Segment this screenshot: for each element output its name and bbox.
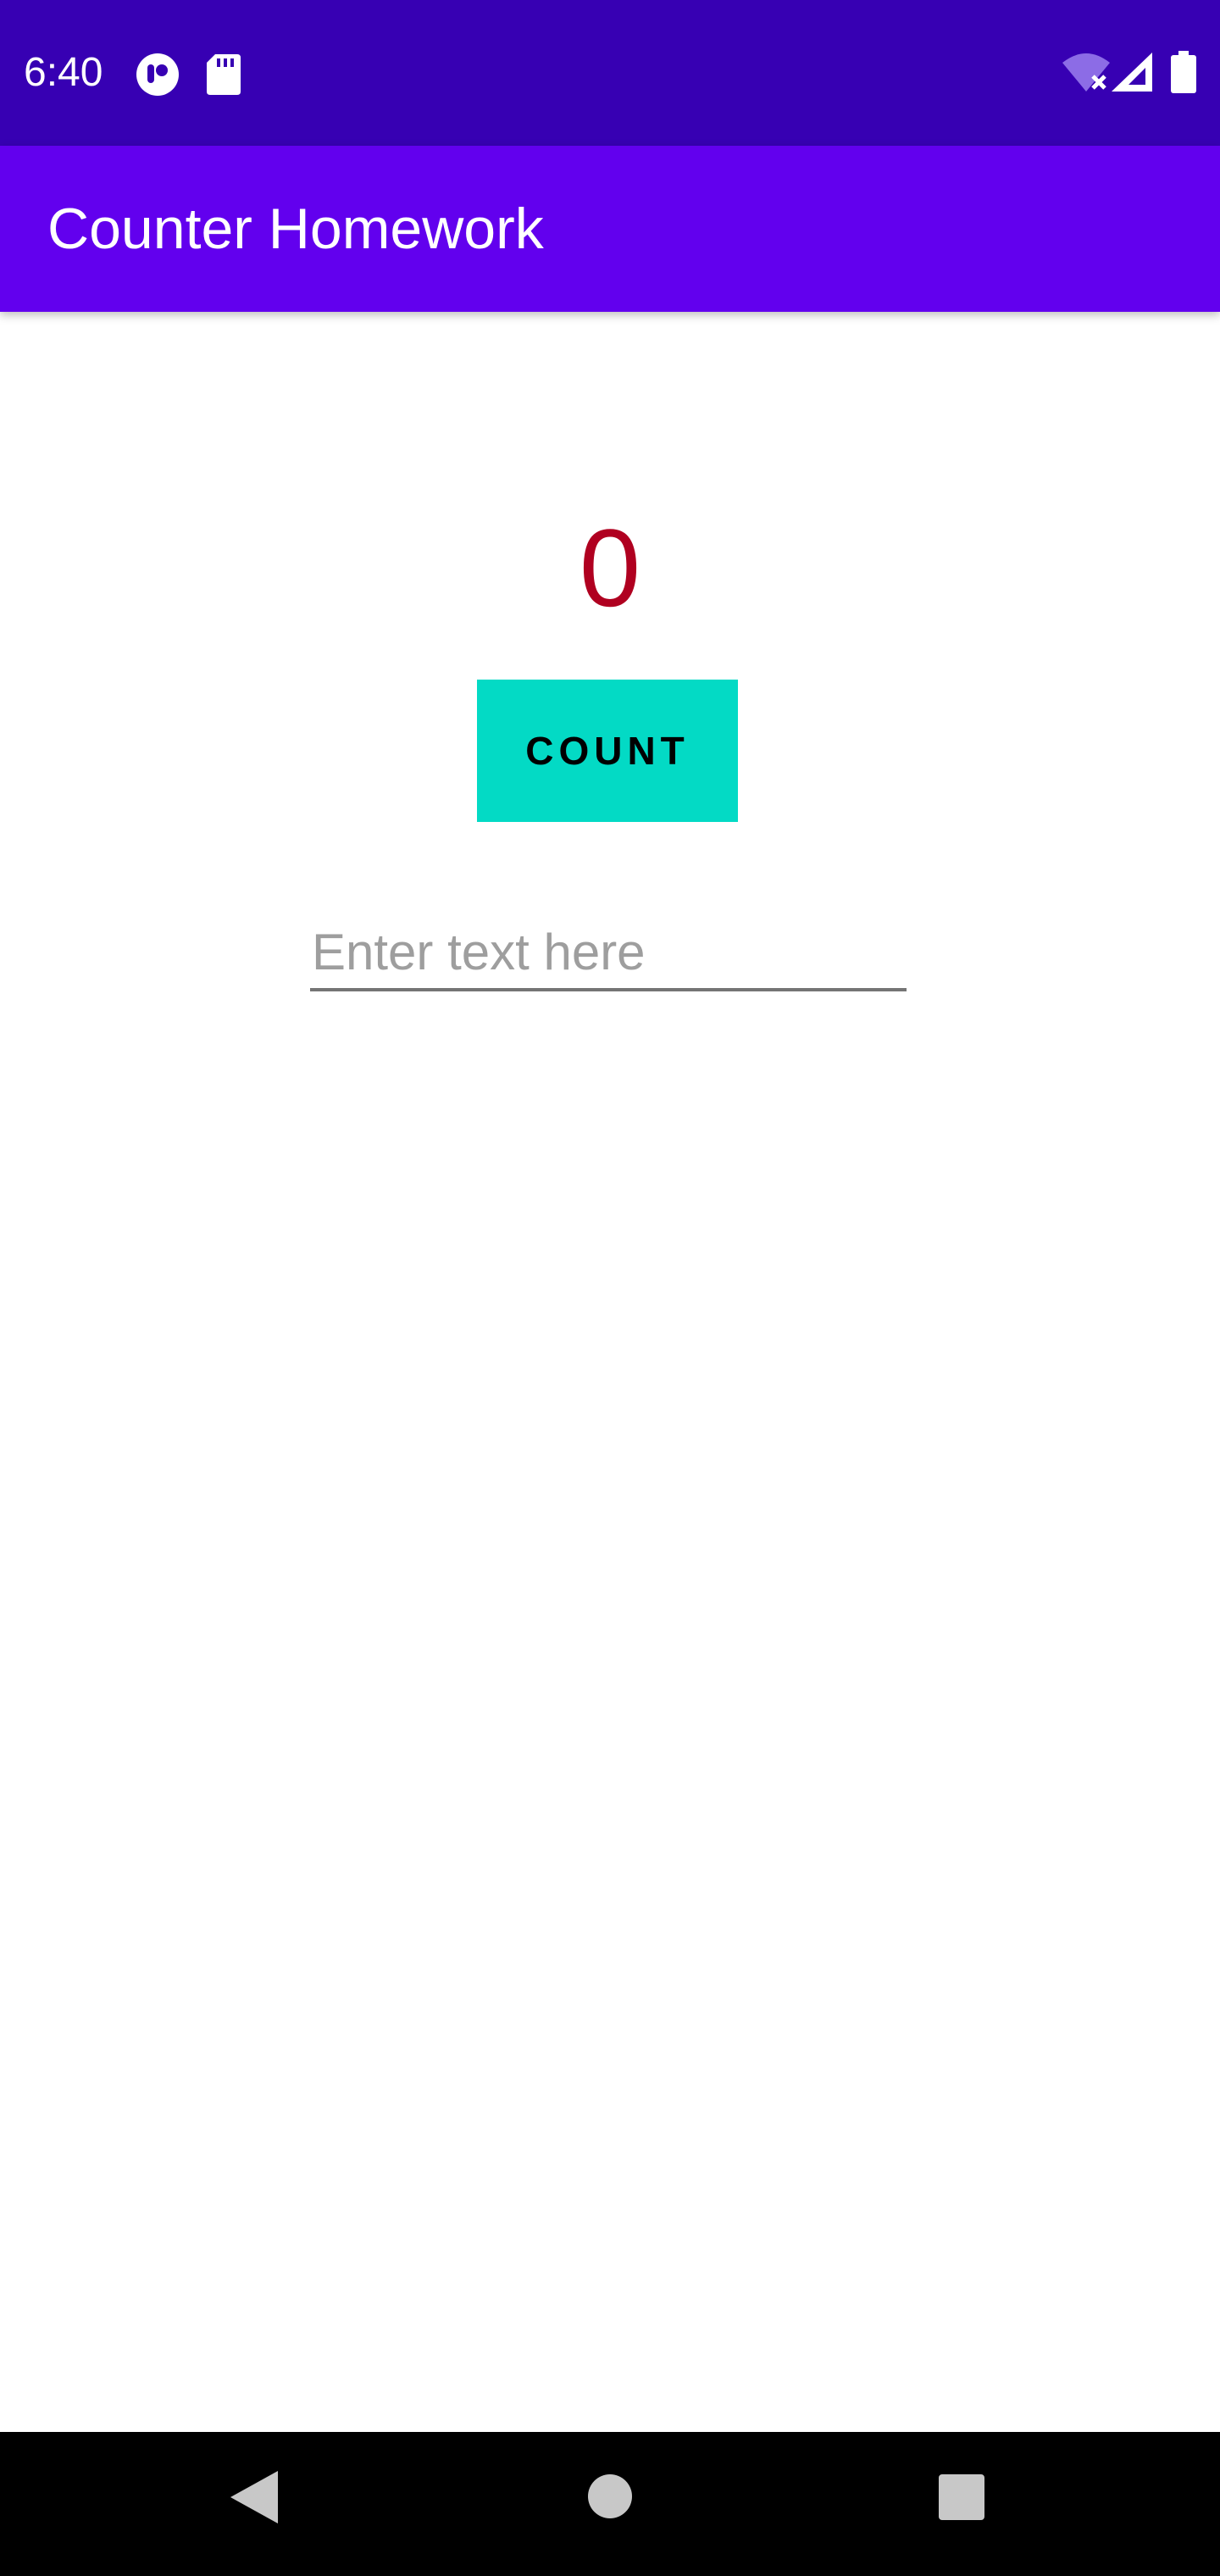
wifi-off-icon [1062,53,1110,92]
count-button[interactable]: COUNT [477,680,738,822]
text-input[interactable] [310,915,907,991]
status-time: 6:40 [24,50,103,95]
tiktok-notification-icon [136,53,179,96]
recents-button[interactable] [939,2474,984,2520]
app-bar: Counter Homework [0,146,1220,312]
navigation-bar [0,2432,1220,2576]
status-bar: 6:40 [0,0,1220,146]
battery-icon [1171,51,1196,93]
cell-signal-icon [1112,53,1152,92]
count-value: 0 [579,506,641,630]
back-button[interactable] [230,2471,278,2523]
sd-card-icon [207,54,241,95]
page-title: Counter Homework [47,197,544,261]
home-button[interactable] [588,2474,632,2518]
